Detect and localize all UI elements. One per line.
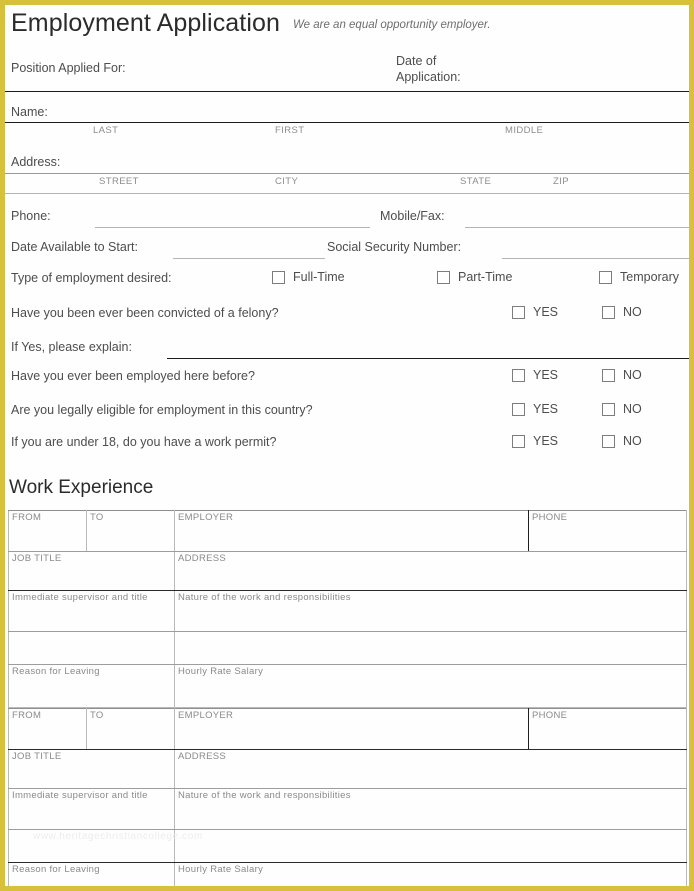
table-row: JOB TITLE ADDRESS [8, 551, 687, 591]
work-experience-table-1: FROM TO EMPLOYER PHONE JOB TITLE ADDRESS… [8, 510, 687, 708]
cell-hourly-rate-1[interactable]: Hourly Rate Salary [174, 664, 687, 708]
mobile-fax-label: Mobile/Fax: [380, 209, 445, 223]
label-work-permit-no: NO [623, 434, 642, 448]
checkbox-work-permit-no[interactable] [602, 435, 615, 448]
name-field-rule[interactable] [5, 122, 689, 123]
cell-address-2[interactable]: ADDRESS [174, 749, 687, 789]
checkbox-felony-yes[interactable] [512, 306, 525, 319]
address-field-rule[interactable] [5, 173, 689, 174]
address-label: Address: [11, 155, 61, 169]
label-legally-eligible-no: NO [623, 402, 642, 416]
checkbox-full-time[interactable] [272, 271, 285, 284]
cell-reason-for-leaving-1[interactable]: Reason for Leaving [8, 664, 175, 708]
label-work-permit-yes: YES [533, 434, 559, 448]
cell-phone-2[interactable]: PHONE [528, 708, 687, 750]
label-felony-yes: YES [533, 305, 559, 319]
checkbox-temporary[interactable] [599, 271, 612, 284]
checkbox-legally-eligible-no[interactable] [602, 403, 615, 416]
ssn-input-rule[interactable] [502, 258, 689, 259]
table-row [8, 631, 687, 665]
question-felony-text: Have you been ever been convicted of a f… [11, 306, 279, 320]
label-temporary: Temporary [620, 270, 680, 284]
employment-application-page: Employment Application We are an equal o… [0, 0, 694, 891]
label-full-time: Full-Time [293, 270, 345, 284]
table-row: Immediate supervisor and title Nature of… [8, 788, 687, 830]
phone-input-rule[interactable] [95, 227, 370, 228]
cell-nature-of-work-2[interactable]: Nature of the work and responsibilities [174, 788, 687, 830]
employment-type-label: Type of employment desired: [11, 271, 172, 285]
table-row: Immediate supervisor and title Nature of… [8, 590, 687, 632]
name-label: Name: [11, 105, 48, 119]
cell-nature-blank-1[interactable] [174, 631, 687, 665]
table-row: Reason for Leaving Hourly Rate Salary [8, 664, 687, 708]
cell-supervisor-2[interactable]: Immediate supervisor and title [8, 788, 175, 830]
date-available-label: Date Available to Start: [11, 240, 138, 254]
cell-employer-1[interactable]: EMPLOYER [174, 510, 529, 552]
cell-from-1[interactable]: FROM [8, 510, 87, 552]
label-legally-eligible-yes: YES [533, 402, 559, 416]
date-of-application-label-line2: Application: [396, 70, 461, 84]
cell-employer-2[interactable]: EMPLOYER [174, 708, 529, 750]
phone-label: Phone: [11, 209, 51, 223]
checkbox-work-permit-yes[interactable] [512, 435, 525, 448]
label-employed-before-no: NO [623, 368, 642, 382]
checkbox-part-time[interactable] [437, 271, 450, 284]
cell-supervisor-blank-1[interactable] [8, 631, 175, 665]
cell-nature-of-work-1[interactable]: Nature of the work and responsibilities [174, 590, 687, 632]
address-sublabel-city: CITY [275, 176, 299, 187]
position-row-rule [5, 91, 689, 92]
label-employed-before-yes: YES [533, 368, 559, 382]
table-row: FROM TO EMPLOYER PHONE [8, 708, 687, 750]
label-felony-no: NO [623, 305, 642, 319]
cell-phone-1[interactable]: PHONE [528, 510, 687, 552]
date-of-application-label-line1: Date of [396, 54, 437, 68]
work-experience-heading: Work Experience [9, 477, 154, 498]
cell-from-2[interactable]: FROM [8, 708, 87, 750]
cell-job-title-1[interactable]: JOB TITLE [8, 551, 175, 591]
checkbox-employed-before-yes[interactable] [512, 369, 525, 382]
question-legally-eligible-text: Are you legally eligible for employment … [11, 403, 313, 417]
address-sublabel-state: STATE [460, 176, 492, 187]
work-experience-table-2: FROM TO EMPLOYER PHONE JOB TITLE ADDRESS… [8, 708, 687, 886]
equal-opportunity-tagline: We are an equal opportunity employer. [293, 19, 491, 31]
checkbox-felony-no[interactable] [602, 306, 615, 319]
checkbox-legally-eligible-yes[interactable] [512, 403, 525, 416]
page-inner: Employment Application We are an equal o… [5, 5, 689, 886]
address-bottom-rule [5, 193, 689, 194]
if-yes-explain-input-rule[interactable] [167, 358, 689, 359]
cell-hourly-rate-2[interactable]: Hourly Rate Salary [174, 862, 687, 886]
cell-to-1[interactable]: TO [86, 510, 175, 552]
name-sublabel-last: LAST [93, 125, 119, 136]
address-sublabel-street: STREET [99, 176, 139, 187]
name-sublabel-first: FIRST [275, 125, 305, 136]
ssn-label: Social Security Number: [327, 240, 462, 254]
cell-supervisor-1[interactable]: Immediate supervisor and title [8, 590, 175, 632]
question-employed-before-text: Have you ever been employed here before? [11, 369, 255, 383]
table-row: Reason for Leaving Hourly Rate Salary [8, 862, 687, 886]
cell-to-2[interactable]: TO [86, 708, 175, 750]
date-available-input-rule[interactable] [173, 258, 325, 259]
name-sublabel-middle: MIDDLE [505, 125, 544, 136]
table-row: FROM TO EMPLOYER PHONE [8, 510, 687, 552]
address-sublabel-zip: ZIP [553, 176, 569, 187]
table-row [8, 829, 687, 863]
if-yes-explain-label: If Yes, please explain: [11, 340, 132, 354]
cell-job-title-2[interactable]: JOB TITLE [8, 749, 175, 789]
cell-nature-blank-2[interactable] [174, 829, 687, 863]
question-work-permit-text: If you are under 18, do you have a work … [11, 435, 277, 449]
page-title: Employment Application [11, 9, 281, 37]
checkbox-employed-before-no[interactable] [602, 369, 615, 382]
position-applied-for-label: Position Applied For: [11, 61, 126, 75]
cell-reason-for-leaving-2[interactable]: Reason for Leaving [8, 862, 175, 886]
table-row: JOB TITLE ADDRESS [8, 749, 687, 789]
cell-supervisor-blank-2[interactable] [8, 829, 175, 863]
label-part-time: Part-Time [458, 270, 513, 284]
mobile-fax-input-rule[interactable] [465, 227, 689, 228]
cell-address-1[interactable]: ADDRESS [174, 551, 687, 591]
